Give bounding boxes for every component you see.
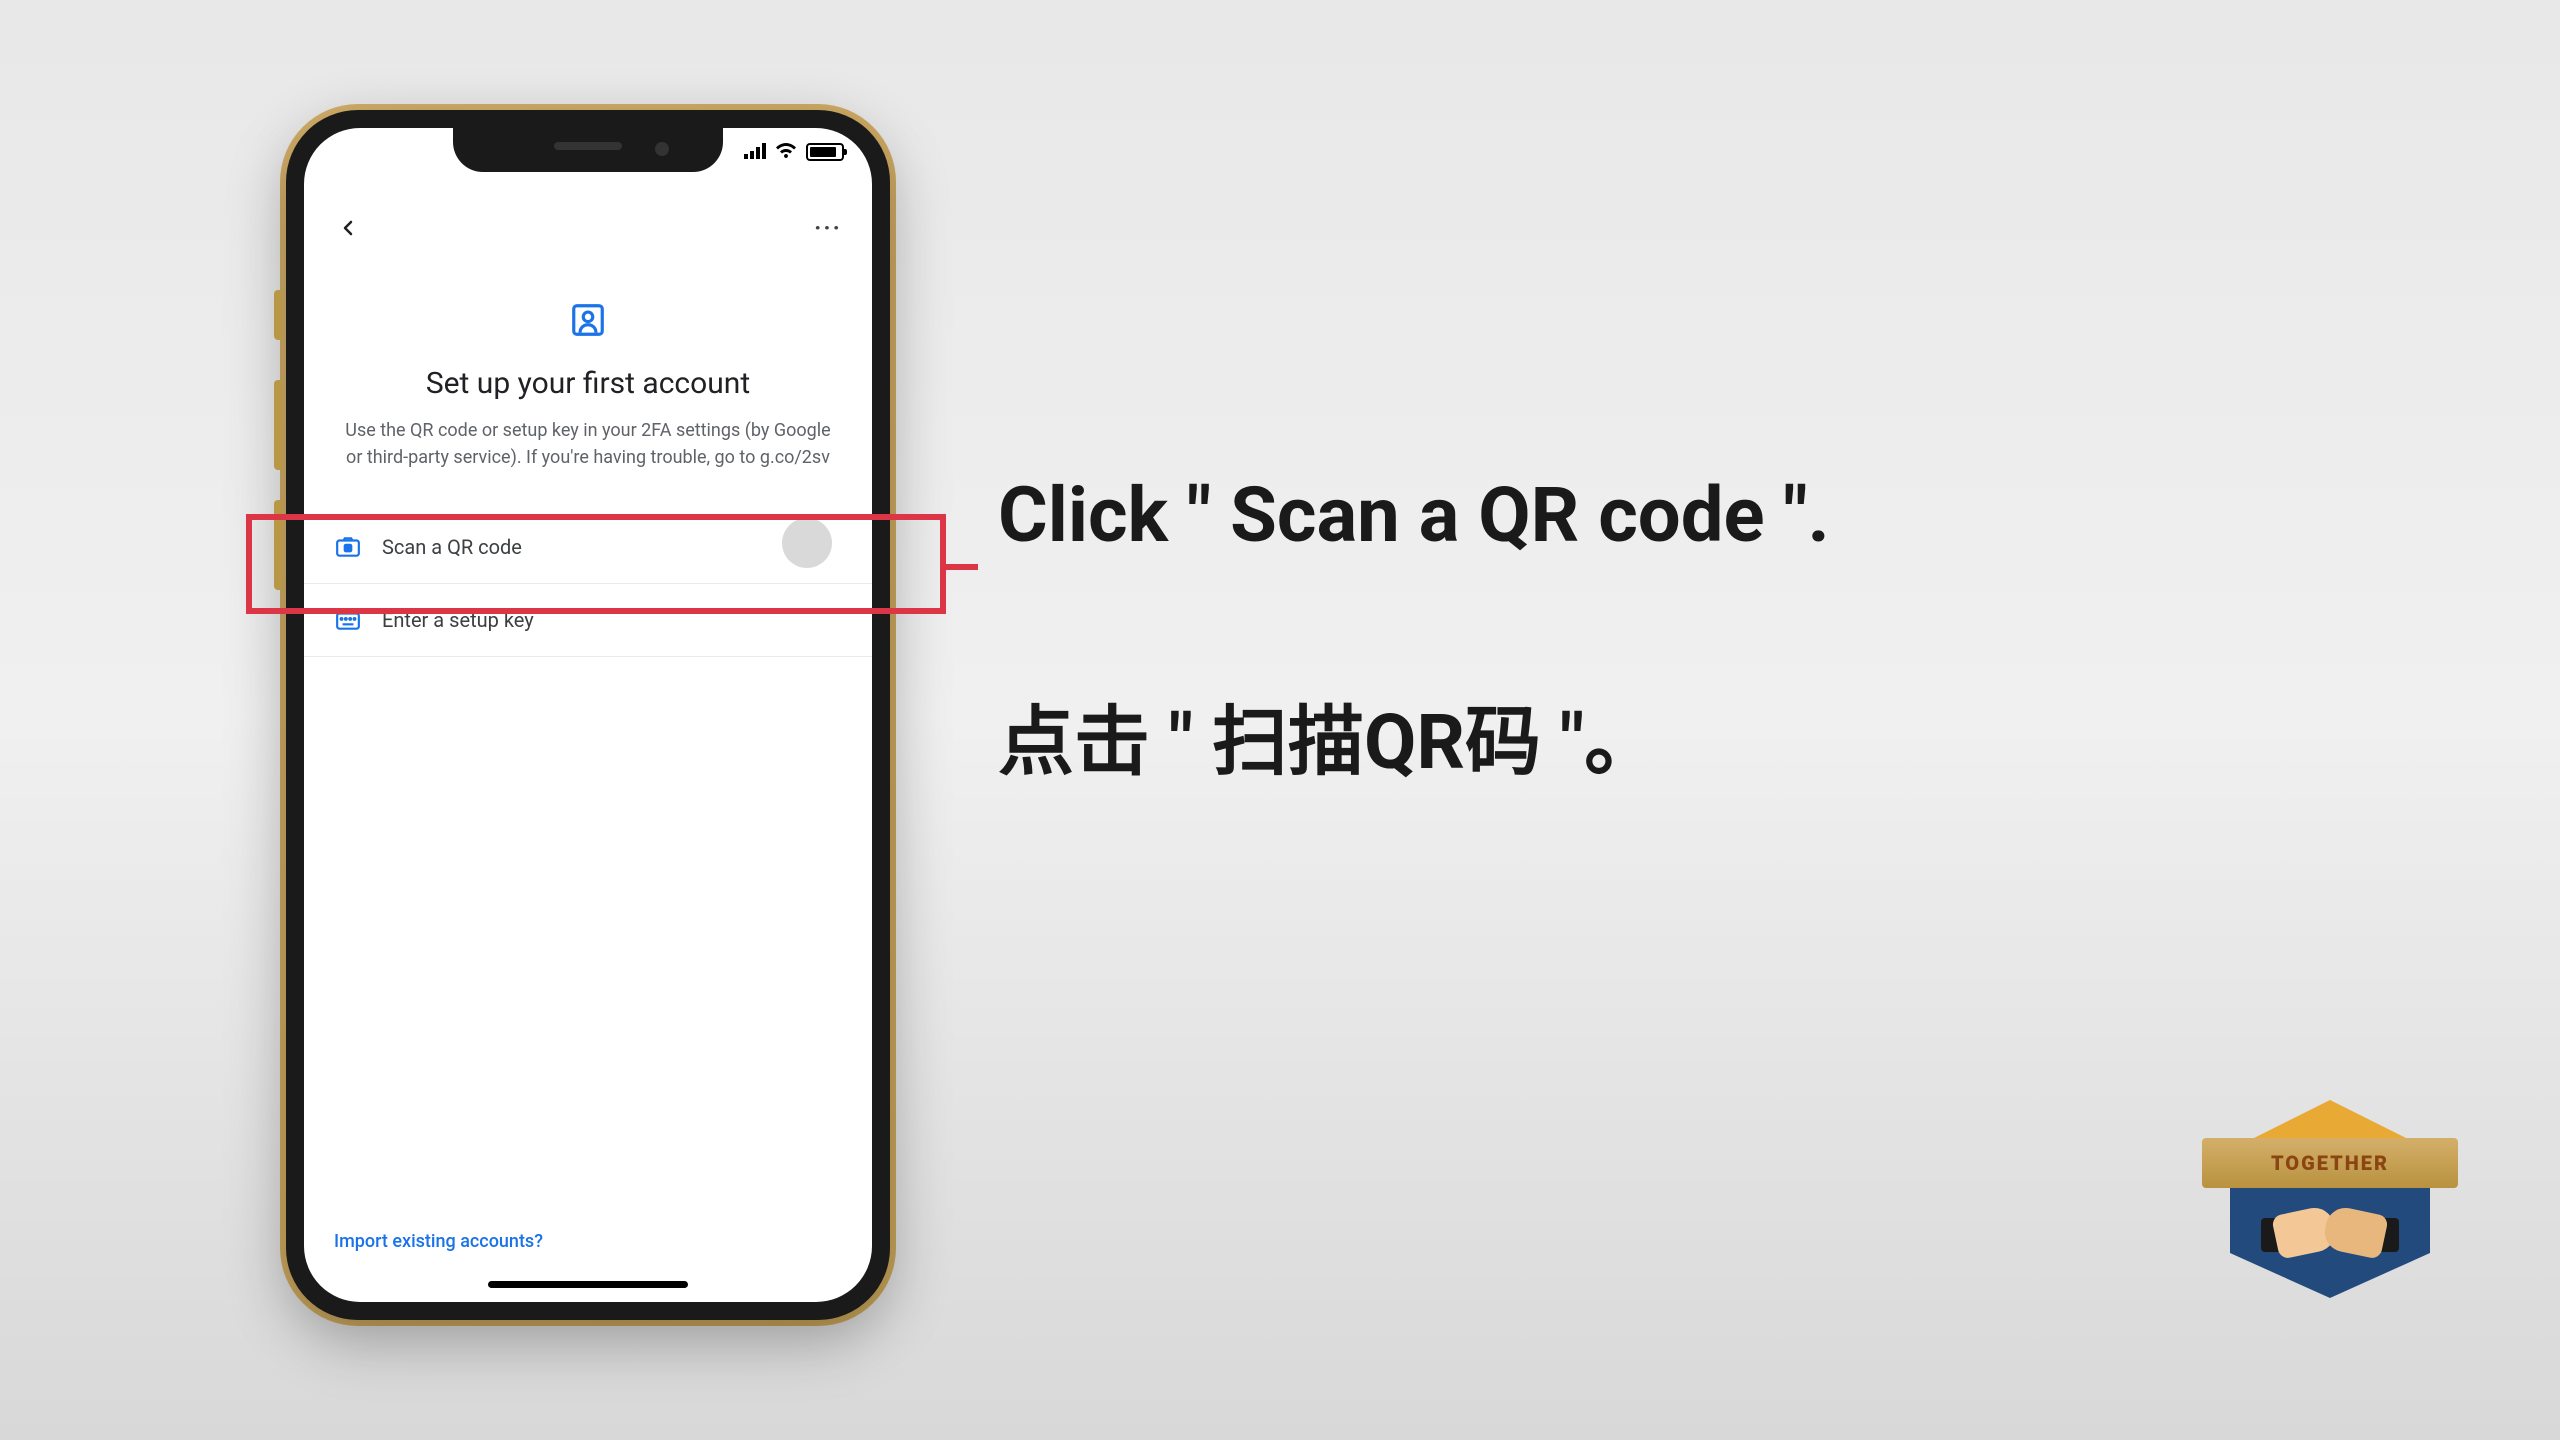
scan-qr-label: Scan a QR code xyxy=(382,535,522,559)
phone-screen: ··· Set up your first account Use the QR… xyxy=(304,128,872,1302)
signal-icon xyxy=(744,140,766,164)
setup-title: Set up your first account xyxy=(304,366,872,401)
instruction-chinese: 点击 " 扫描QR码 "。 xyxy=(998,680,1830,790)
battery-icon xyxy=(806,143,844,161)
enter-key-label: Enter a setup key xyxy=(382,608,534,632)
handshake-icon xyxy=(2265,1198,2395,1268)
enter-key-option[interactable]: Enter a setup key xyxy=(304,584,872,657)
wifi-icon xyxy=(774,138,798,166)
phone-volume-up xyxy=(274,380,282,470)
home-indicator[interactable] xyxy=(488,1281,688,1288)
together-logo: TOGETHER xyxy=(2210,1100,2450,1370)
import-accounts-link[interactable]: Import existing accounts? xyxy=(334,1231,543,1252)
status-bar xyxy=(744,138,844,166)
instruction-english: Click " Scan a QR code ". xyxy=(998,470,1830,560)
phone-frame: ··· Set up your first account Use the QR… xyxy=(286,110,890,1320)
more-menu-button[interactable]: ··· xyxy=(808,208,848,248)
camera-icon xyxy=(334,533,362,561)
keyboard-icon xyxy=(334,606,362,634)
back-button[interactable] xyxy=(328,208,368,248)
setup-description: Use the QR code or setup key in your 2FA… xyxy=(304,417,872,471)
account-icon xyxy=(566,298,610,342)
phone-volume-down xyxy=(274,500,282,590)
instruction-panel: Click " Scan a QR code ". 点击 " 扫描QR码 "。 xyxy=(998,470,1830,790)
highlight-connector xyxy=(946,564,978,570)
phone-mute-switch xyxy=(274,290,282,340)
logo-banner-text: TOGETHER xyxy=(2202,1138,2458,1188)
phone-notch xyxy=(453,128,723,172)
app-header: ··· xyxy=(304,198,872,258)
app-content: Set up your first account Use the QR cod… xyxy=(304,278,872,1222)
touch-indicator xyxy=(782,518,832,568)
